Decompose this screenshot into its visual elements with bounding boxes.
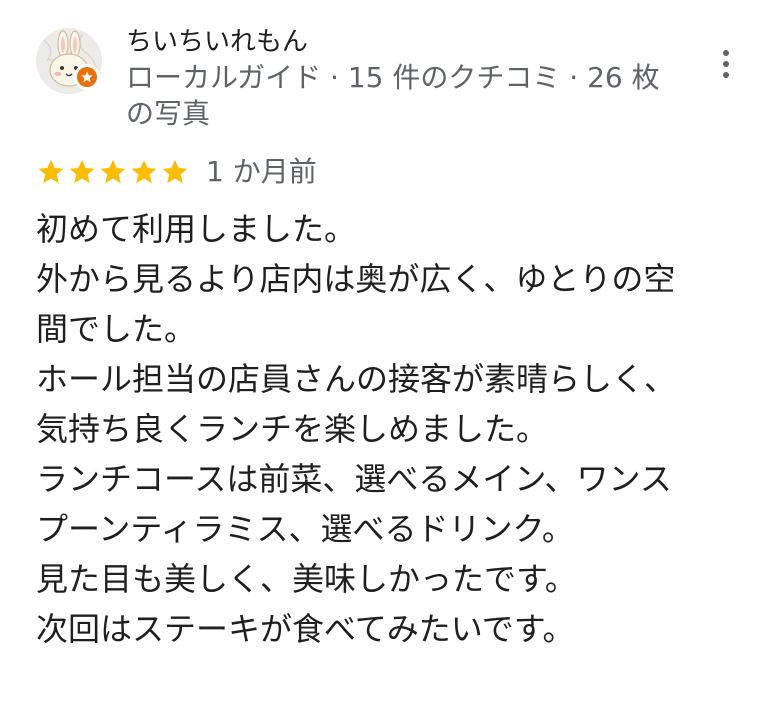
review-text-line: 間でした。 — [36, 310, 197, 348]
review-card: ちいちいれもん ローカルガイド · 15 件のクチコミ · 26 枚の写真 1 … — [0, 0, 780, 706]
review-text-line: 次回はステーキが食べてみたいです。 — [36, 610, 575, 648]
star-icon — [131, 159, 157, 184]
review-text-line: 外から見るより店内は奥が広く、ゆとりの空 — [36, 260, 676, 298]
review-text-line: 初めて利用しました。 — [36, 210, 357, 248]
review-text-line: 気持ち良くランチを楽しめました。 — [36, 410, 549, 448]
review-text: 初めて利用しました。外から見るより店内は奥が広く、ゆとりの空 間でした。ホール担当… — [36, 204, 756, 654]
review-text-line: プーンティラミス、選べるドリンク。 — [36, 510, 574, 548]
author-name[interactable]: ちいちいれもん — [126, 24, 308, 60]
local-guide-star-icon — [81, 71, 93, 83]
star-rating — [36, 157, 190, 187]
review-time: 1 か月前 — [206, 155, 317, 188]
star-icon — [69, 159, 95, 184]
review-text-line: 見た目も美しく、美味しかったです。 — [36, 560, 577, 598]
star-icon — [38, 159, 64, 184]
author-meta: ローカルガイド · 15 件のクチコミ · 26 枚の写真 — [126, 61, 660, 130]
more-vert-icon — [723, 50, 729, 56]
rating-row: 1 か月前 — [36, 152, 317, 192]
review-text-line: ホール担当の店員さんの接客が素晴らしく、 — [36, 360, 677, 398]
star-icon — [100, 159, 126, 184]
more-options-button[interactable] — [708, 42, 744, 86]
review-text-line: ランチコースは前菜、選べるメイン、ワンス — [36, 460, 672, 498]
local-guide-badge — [74, 64, 100, 90]
star-icon — [162, 159, 188, 184]
